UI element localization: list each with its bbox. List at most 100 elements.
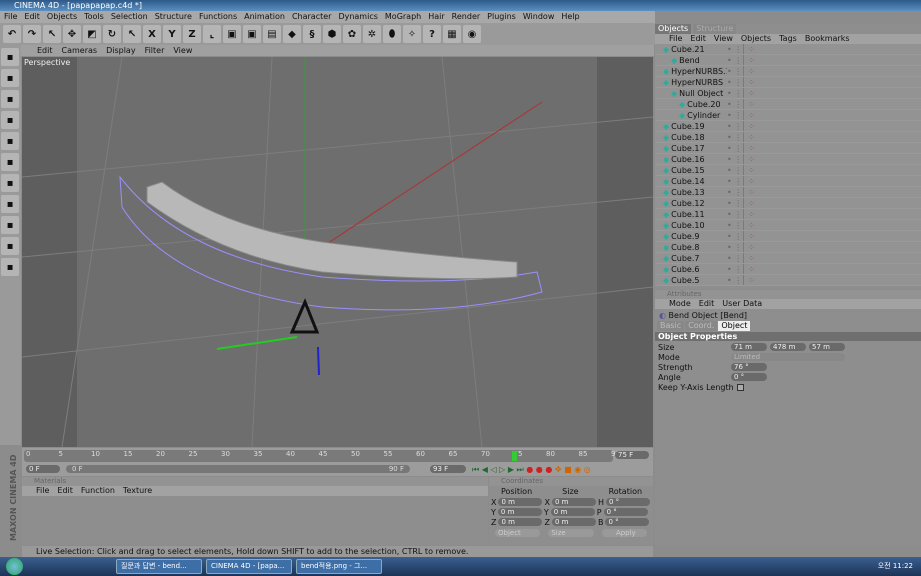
object-row[interactable]: ◆ Cube.9 • ⋮ ⁘ xyxy=(655,231,921,242)
cube-button[interactable]: ◆ xyxy=(283,25,301,43)
rotation-field[interactable]: 0 ° xyxy=(605,498,650,506)
object-row[interactable]: ◆ HyperNURBS • ⋮ ⁘ xyxy=(655,77,921,88)
object-row[interactable]: ◆ Cube.20 • ⋮ ⁘ xyxy=(655,99,921,110)
material-tag-icon[interactable]: ⁘ xyxy=(743,121,921,131)
taskbar-item[interactable]: CINEMA 4D - [papa... xyxy=(206,559,292,574)
size-y-field[interactable]: 478 m xyxy=(770,343,806,351)
object-row[interactable]: ◆ Cylinder • ⋮ ⁘ xyxy=(655,110,921,121)
apply-button[interactable]: Apply xyxy=(601,529,647,537)
visibility-dots[interactable]: • ⋮ xyxy=(727,99,743,109)
taskbar-item[interactable]: 질문과 답변 - bend... xyxy=(116,559,202,574)
coord-size-dropdown[interactable]: Size xyxy=(548,529,594,537)
tab-structure[interactable]: Structure xyxy=(693,24,737,34)
visibility-dots[interactable]: • ⋮ xyxy=(727,264,743,274)
menu-edit[interactable]: Edit xyxy=(24,11,40,23)
object-row[interactable]: ◆ Cube.7 • ⋮ ⁘ xyxy=(655,253,921,264)
visibility-dots[interactable]: • ⋮ xyxy=(727,209,743,219)
size-x-field[interactable]: 71 m xyxy=(731,343,767,351)
tab-object[interactable]: Object xyxy=(718,321,751,331)
camera-button[interactable]: ▪ xyxy=(1,48,19,66)
snap-button[interactable]: ▪ xyxy=(1,237,19,255)
visibility-dots[interactable]: • ⋮ xyxy=(727,253,743,263)
objects-menu-view[interactable]: View xyxy=(714,34,733,44)
material-tag-icon[interactable]: ⁘ xyxy=(743,165,921,175)
nurbs-button[interactable]: ⬢ xyxy=(323,25,341,43)
menu-selection[interactable]: Selection xyxy=(111,11,148,23)
material-tag-icon[interactable]: ⁘ xyxy=(743,275,921,285)
menu-structure[interactable]: Structure xyxy=(155,11,192,23)
render-picture-button[interactable]: ▣ xyxy=(243,25,261,43)
visibility-dots[interactable]: • ⋮ xyxy=(727,143,743,153)
material-tag-icon[interactable]: ⁘ xyxy=(743,132,921,142)
visibility-dots[interactable]: • ⋮ xyxy=(727,44,743,54)
object-row[interactable]: ◆ Cube.15 • ⋮ ⁘ xyxy=(655,165,921,176)
position-field[interactable]: 0 m xyxy=(498,498,543,506)
range-slider[interactable]: 0 F 90 F xyxy=(66,465,410,473)
attributes-menu-user-data[interactable]: User Data xyxy=(722,299,762,309)
layout-button[interactable]: ▦ xyxy=(443,25,461,43)
object-row[interactable]: ◆ Cube.5 • ⋮ ⁘ xyxy=(655,275,921,286)
size-field[interactable]: 0 m xyxy=(551,518,596,526)
strength-field[interactable]: 76 ° xyxy=(731,363,767,371)
menu-animation[interactable]: Animation xyxy=(244,11,285,23)
object-row[interactable]: ◆ HyperNURBS.1 • ⋮ ⁘ xyxy=(655,66,921,77)
position-field[interactable]: 0 m xyxy=(497,508,542,516)
coord-mode-dropdown[interactable]: Object xyxy=(495,529,541,537)
object-row[interactable]: ◆ Cube.6 • ⋮ ⁘ xyxy=(655,264,921,275)
taskbar-item[interactable]: bend적용.png - 그... xyxy=(296,559,382,574)
scale-button[interactable]: ◩ xyxy=(83,25,101,43)
material-tag-icon[interactable]: ⁘ xyxy=(743,110,921,120)
visibility-dots[interactable]: • ⋮ xyxy=(727,110,743,120)
object-row[interactable]: ◆ Cube.16 • ⋮ ⁘ xyxy=(655,154,921,165)
playback-controls[interactable]: ⏮ ◀ ◁ ▷ ▶ ⏭ ● ● ● ✥ ■ ◉ ◎ xyxy=(472,465,591,475)
material-tag-icon[interactable]: ⁘ xyxy=(743,198,921,208)
visibility-dots[interactable]: • ⋮ xyxy=(727,132,743,142)
material-tag-icon[interactable]: ⁘ xyxy=(743,154,921,164)
select-button[interactable]: ↖ xyxy=(123,25,141,43)
menu-tools[interactable]: Tools xyxy=(84,11,104,23)
browser-button[interactable]: ◉ xyxy=(463,25,481,43)
material-tag-icon[interactable]: ⁘ xyxy=(743,253,921,263)
material-tag-icon[interactable]: ⁘ xyxy=(743,143,921,153)
rotate-button[interactable]: ↻ xyxy=(103,25,121,43)
viewport[interactable]: Perspective xyxy=(22,57,653,447)
light-button[interactable]: ✧ xyxy=(403,25,421,43)
materials-menu-edit[interactable]: Edit xyxy=(57,486,73,496)
visibility-dots[interactable]: • ⋮ xyxy=(727,154,743,164)
menu-window[interactable]: Window xyxy=(523,11,555,23)
array-button[interactable]: ✿ xyxy=(343,25,361,43)
object-row[interactable]: ◆ Cube.17 • ⋮ ⁘ xyxy=(655,143,921,154)
tab-coord[interactable]: Coord. xyxy=(685,321,718,331)
angle-field[interactable]: 0 ° xyxy=(731,373,767,381)
tweak-button[interactable]: ▪ xyxy=(1,195,19,213)
visibility-dots[interactable]: • ⋮ xyxy=(727,77,743,87)
viewport-menu-cameras[interactable]: Cameras xyxy=(62,45,98,56)
undo-button[interactable]: ↶ xyxy=(3,25,21,43)
materials-menu-function[interactable]: Function xyxy=(81,486,115,496)
visibility-dots[interactable]: • ⋮ xyxy=(727,176,743,186)
scene-button[interactable]: ⬮ xyxy=(383,25,401,43)
menu-dynamics[interactable]: Dynamics xyxy=(338,11,377,23)
visibility-dots[interactable]: • ⋮ xyxy=(727,231,743,241)
polygons-button[interactable]: ▪ xyxy=(1,111,19,129)
object-row[interactable]: ◆ Cube.11 • ⋮ ⁘ xyxy=(655,209,921,220)
menu-help[interactable]: Help xyxy=(561,11,579,23)
visibility-dots[interactable]: • ⋮ xyxy=(727,121,743,131)
move-button[interactable]: ✥ xyxy=(63,25,81,43)
menu-character[interactable]: Character xyxy=(292,11,332,23)
timeline-ruler[interactable]: 051015202530354045505560657075808590 xyxy=(24,450,620,462)
viewport-menu-edit[interactable]: Edit xyxy=(37,45,53,56)
material-tag-icon[interactable]: ⁘ xyxy=(743,220,921,230)
mode-dropdown[interactable]: Limited xyxy=(731,353,845,361)
viewport-menu-display[interactable]: Display xyxy=(106,45,136,56)
rotation-field[interactable]: 0 ° xyxy=(605,518,650,526)
keep-y-checkbox[interactable] xyxy=(736,383,744,391)
menu-hair[interactable]: Hair xyxy=(428,11,444,23)
current-frame-field[interactable]: 75 F xyxy=(615,451,649,459)
object-row[interactable]: ◆ Cube.19 • ⋮ ⁘ xyxy=(655,121,921,132)
start-button[interactable] xyxy=(6,558,23,575)
spline-button[interactable]: § xyxy=(303,25,321,43)
visibility-dots[interactable]: • ⋮ xyxy=(727,88,743,98)
visibility-dots[interactable]: • ⋮ xyxy=(727,242,743,252)
material-tag-icon[interactable]: ⁘ xyxy=(743,66,921,76)
